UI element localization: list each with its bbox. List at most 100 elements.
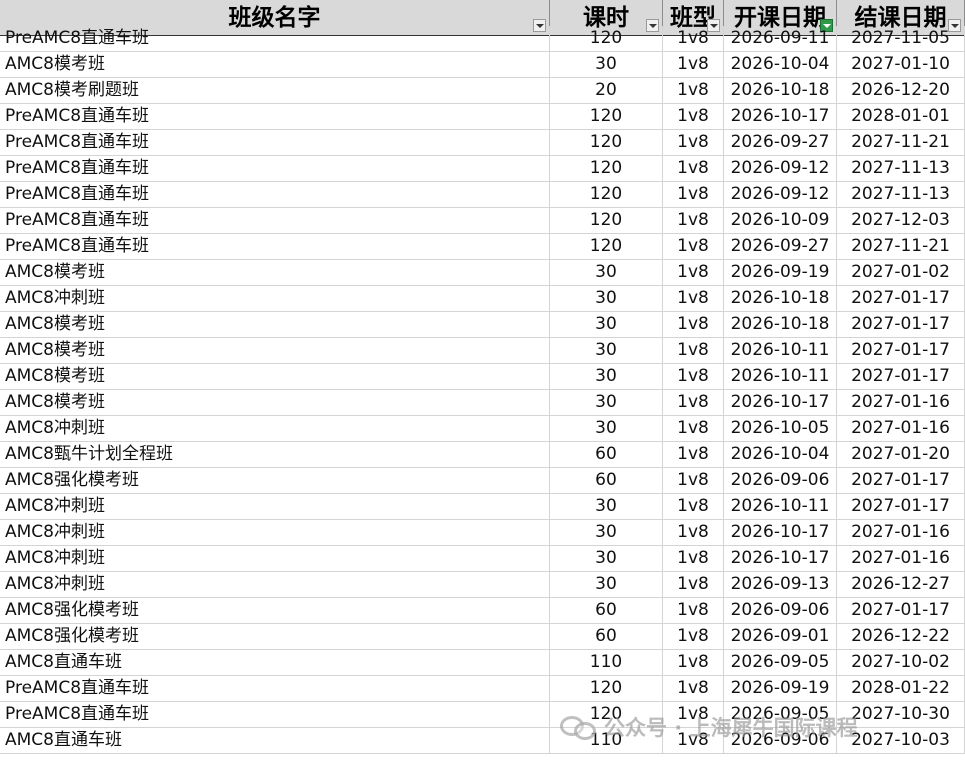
cell-class-name[interactable]: AMC8冲刺班 (0, 286, 550, 312)
cell-hours[interactable]: 60 (550, 442, 663, 468)
cell-start-date[interactable]: 2026-10-11 (724, 338, 837, 364)
cell-end-date[interactable]: 2027-01-17 (837, 312, 965, 338)
cell-class-name[interactable]: AMC8模考刷题班 (0, 78, 550, 104)
cell-hours[interactable]: 120 (550, 130, 663, 156)
cell-class-name[interactable]: AMC8直通车班 (0, 728, 550, 754)
cell-hours[interactable]: 30 (550, 364, 663, 390)
cell-hours[interactable]: 30 (550, 520, 663, 546)
cell-class-type[interactable]: 1v8 (663, 598, 724, 624)
cell-start-date[interactable]: 2026-09-06 (724, 728, 837, 754)
cell-class-name[interactable]: AMC8模考班 (0, 312, 550, 338)
cell-end-date[interactable]: 2028-01-22 (837, 676, 965, 702)
cell-end-date[interactable]: 2027-01-16 (837, 520, 965, 546)
cell-start-date[interactable]: 2026-10-18 (724, 78, 837, 104)
cell-class-name[interactable]: AMC8直通车班 (0, 650, 550, 676)
cell-class-name[interactable]: PreAMC8直通车班 (0, 130, 550, 156)
cell-hours[interactable]: 60 (550, 598, 663, 624)
cell-hours[interactable]: 20 (550, 78, 663, 104)
cell-hours[interactable]: 30 (550, 52, 663, 78)
cell-hours[interactable]: 30 (550, 546, 663, 572)
cell-class-type[interactable]: 1v8 (663, 546, 724, 572)
cell-end-date[interactable]: 2027-01-10 (837, 52, 965, 78)
cell-class-type[interactable]: 1v8 (663, 390, 724, 416)
cell-class-type[interactable]: 1v8 (663, 702, 724, 728)
cell-end-date[interactable]: 2027-10-30 (837, 702, 965, 728)
cell-end-date[interactable]: 2027-11-21 (837, 234, 965, 260)
cell-hours[interactable]: 120 (550, 156, 663, 182)
cell-class-name[interactable]: AMC8冲刺班 (0, 494, 550, 520)
cell-hours[interactable]: 120 (550, 182, 663, 208)
cell-hours[interactable]: 120 (550, 234, 663, 260)
cell-class-type[interactable]: 1v8 (663, 416, 724, 442)
cell-hours[interactable]: 120 (550, 676, 663, 702)
cell-class-type[interactable]: 1v8 (663, 624, 724, 650)
cell-start-date[interactable]: 2026-09-01 (724, 624, 837, 650)
cell-hours[interactable]: 120 (550, 208, 663, 234)
cell-hours[interactable]: 30 (550, 416, 663, 442)
cell-start-date[interactable]: 2026-10-17 (724, 390, 837, 416)
cell-hours[interactable]: 30 (550, 286, 663, 312)
cell-hours[interactable]: 30 (550, 390, 663, 416)
cell-class-type[interactable]: 1v8 (663, 650, 724, 676)
cell-end-date[interactable]: 2027-01-17 (837, 468, 965, 494)
cell-start-date[interactable]: 2026-10-09 (724, 208, 837, 234)
cell-start-date[interactable]: 2026-09-27 (724, 234, 837, 260)
cell-class-name[interactable]: PreAMC8直通车班 (0, 26, 550, 52)
cell-class-name[interactable]: AMC8冲刺班 (0, 572, 550, 598)
cell-class-name[interactable]: AMC8强化模考班 (0, 468, 550, 494)
cell-hours[interactable]: 60 (550, 624, 663, 650)
cell-class-type[interactable]: 1v8 (663, 442, 724, 468)
cell-class-type[interactable]: 1v8 (663, 208, 724, 234)
cell-hours[interactable]: 30 (550, 338, 663, 364)
cell-start-date[interactable]: 2026-09-12 (724, 156, 837, 182)
cell-class-name[interactable]: AMC8模考班 (0, 364, 550, 390)
cell-end-date[interactable]: 2027-11-05 (837, 26, 965, 52)
cell-class-type[interactable]: 1v8 (663, 182, 724, 208)
cell-class-type[interactable]: 1v8 (663, 494, 724, 520)
cell-start-date[interactable]: 2026-09-11 (724, 26, 837, 52)
cell-end-date[interactable]: 2028-01-01 (837, 104, 965, 130)
cell-start-date[interactable]: 2026-09-19 (724, 676, 837, 702)
cell-end-date[interactable]: 2027-12-03 (837, 208, 965, 234)
cell-start-date[interactable]: 2026-10-17 (724, 520, 837, 546)
cell-start-date[interactable]: 2026-10-04 (724, 52, 837, 78)
cell-hours[interactable]: 60 (550, 468, 663, 494)
cell-class-name[interactable]: AMC8模考班 (0, 390, 550, 416)
cell-class-name[interactable]: PreAMC8直通车班 (0, 676, 550, 702)
cell-class-name[interactable]: AMC8模考班 (0, 260, 550, 286)
cell-start-date[interactable]: 2026-09-19 (724, 260, 837, 286)
cell-class-name[interactable]: PreAMC8直通车班 (0, 182, 550, 208)
cell-start-date[interactable]: 2026-09-05 (724, 702, 837, 728)
cell-class-type[interactable]: 1v8 (663, 520, 724, 546)
cell-end-date[interactable]: 2027-01-17 (837, 286, 965, 312)
cell-start-date[interactable]: 2026-09-13 (724, 572, 837, 598)
cell-end-date[interactable]: 2027-10-02 (837, 650, 965, 676)
cell-hours[interactable]: 30 (550, 260, 663, 286)
cell-class-name[interactable]: AMC8冲刺班 (0, 546, 550, 572)
cell-end-date[interactable]: 2027-11-13 (837, 156, 965, 182)
cell-hours[interactable]: 120 (550, 26, 663, 52)
cell-start-date[interactable]: 2026-10-17 (724, 546, 837, 572)
cell-class-type[interactable]: 1v8 (663, 468, 724, 494)
cell-class-type[interactable]: 1v8 (663, 286, 724, 312)
cell-end-date[interactable]: 2027-01-02 (837, 260, 965, 286)
cell-class-type[interactable]: 1v8 (663, 364, 724, 390)
cell-end-date[interactable]: 2027-10-03 (837, 728, 965, 754)
cell-end-date[interactable]: 2026-12-22 (837, 624, 965, 650)
cell-class-type[interactable]: 1v8 (663, 78, 724, 104)
cell-class-name[interactable]: AMC8冲刺班 (0, 416, 550, 442)
cell-class-type[interactable]: 1v8 (663, 676, 724, 702)
cell-hours[interactable]: 110 (550, 650, 663, 676)
cell-class-name[interactable]: PreAMC8直通车班 (0, 208, 550, 234)
cell-hours[interactable]: 120 (550, 702, 663, 728)
cell-class-type[interactable]: 1v8 (663, 104, 724, 130)
cell-hours[interactable]: 30 (550, 572, 663, 598)
cell-start-date[interactable]: 2026-09-05 (724, 650, 837, 676)
cell-start-date[interactable]: 2026-10-05 (724, 416, 837, 442)
cell-class-name[interactable]: AMC8模考班 (0, 338, 550, 364)
cell-class-name[interactable]: PreAMC8直通车班 (0, 234, 550, 260)
cell-class-name[interactable]: PreAMC8直通车班 (0, 702, 550, 728)
cell-start-date[interactable]: 2026-09-12 (724, 182, 837, 208)
cell-end-date[interactable]: 2027-01-16 (837, 390, 965, 416)
cell-end-date[interactable]: 2027-01-17 (837, 494, 965, 520)
